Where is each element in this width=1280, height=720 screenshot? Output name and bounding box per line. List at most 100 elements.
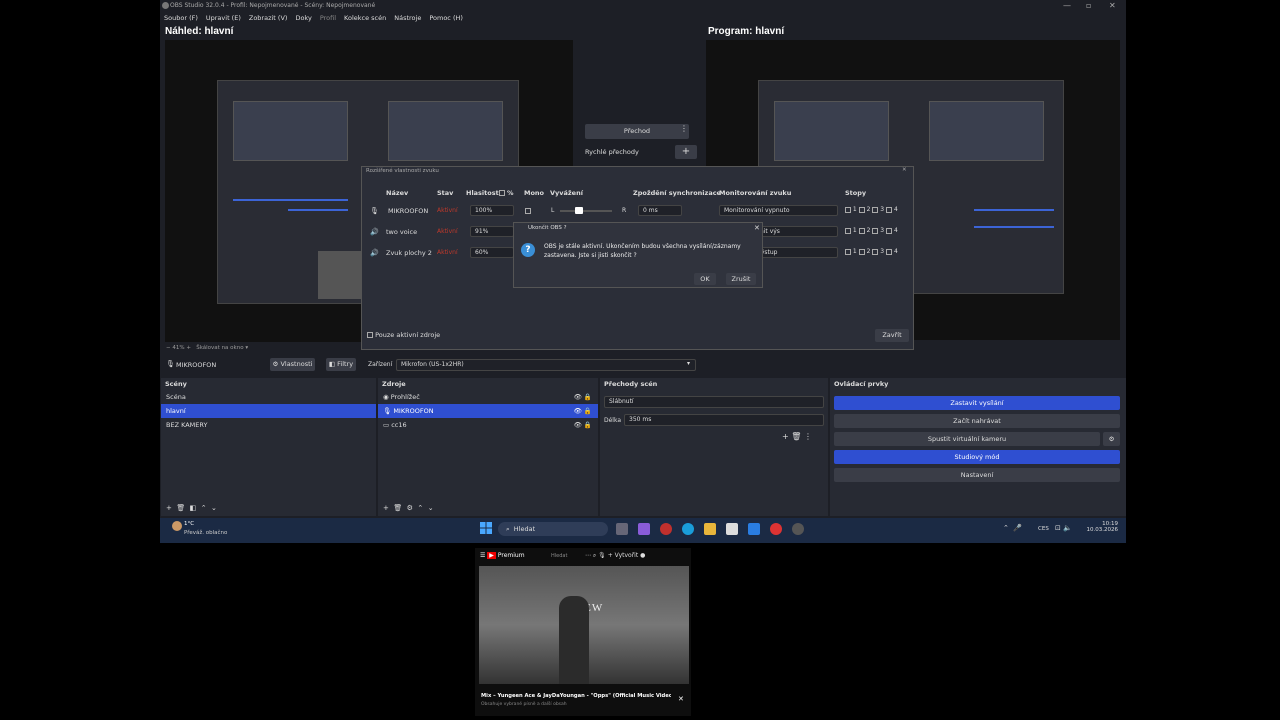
language-indicator[interactable]: CES — [1038, 526, 1049, 532]
scenes-dock: Scény Scéna hlavní BEZ KAMERY + 🗑 ◧ ⌃ ⌄ — [161, 378, 376, 516]
program-nested-window — [774, 101, 889, 161]
preview-bar — [233, 199, 348, 201]
copilot-icon[interactable] — [638, 523, 650, 535]
source-toolbar: 🎙 MIKROOFON ⚙ Vlastnosti ◧ Filtry Zaříze… — [160, 357, 1126, 373]
program-bar — [974, 226, 1054, 228]
col-balance: Vyvážení — [550, 189, 583, 197]
volume-percent-checkbox[interactable] — [499, 190, 505, 196]
mini-player-icons[interactable]: ⋯ ⌕ 🎙 + Vytvořit ● — [585, 552, 645, 560]
menu-bar: Soubor (F) Upravit (E) Zobrazit (V) Doky Pro… — [160, 12, 467, 24]
only-active-checkbox[interactable] — [367, 332, 373, 338]
menu-view[interactable]: Zobrazit (V) — [249, 14, 288, 22]
source-item[interactable]: 🎙 MIKROOFON 👁 🔒 — [378, 404, 598, 418]
transition-button[interactable]: Přechod — [585, 124, 689, 139]
transitions-toolbar[interactable]: + 🗑 ⋮ — [782, 432, 812, 441]
volume-input[interactable]: 100% — [470, 205, 514, 216]
monitoring-select[interactable]: Monitorování vypnuto — [719, 205, 838, 216]
controls-dock: Ovládací prvky Zastavit vysílání Začít n… — [830, 378, 1126, 516]
properties-button[interactable]: ⚙ Vlastnosti — [270, 358, 315, 371]
scene-item[interactable]: BEZ KAMERY — [161, 418, 376, 432]
scenes-toolbar[interactable]: + 🗑 ◧ ⌃ ⌄ — [166, 504, 217, 512]
taskbar-search[interactable]: ⌕ Hledat — [498, 522, 608, 536]
device-label: Zařízení — [368, 361, 393, 368]
duration-label: Délka — [604, 417, 622, 424]
mini-player-search[interactable]: Hledat — [551, 553, 567, 559]
audio-row-name: two voice — [386, 228, 418, 236]
duration-input[interactable]: 350 ms — [624, 414, 824, 426]
balance-slider-handle[interactable] — [575, 207, 583, 214]
menu-docks[interactable]: Doky — [295, 14, 311, 22]
sources-toolbar[interactable]: + 🗑 ⚙ ⌃ ⌄ — [383, 504, 434, 512]
obs-taskbar-icon[interactable] — [792, 523, 804, 535]
balance-slider[interactable] — [560, 210, 612, 212]
maximize-icon[interactable]: ▫ — [1086, 0, 1091, 11]
mail-icon[interactable] — [748, 523, 760, 535]
network-volume-icons[interactable]: ⊡ 🔈 — [1055, 524, 1072, 532]
close-icon[interactable]: ✕ — [678, 695, 684, 703]
audio-close-button[interactable]: Zavřít — [875, 329, 909, 342]
menu-file[interactable]: Soubor (F) — [164, 14, 198, 22]
chrome-icon[interactable] — [770, 523, 782, 535]
video-frame[interactable]: SEW — [479, 566, 689, 684]
tracks-checkboxes[interactable]: 1 2 3 4 — [845, 227, 898, 234]
device-select[interactable]: Mikrofon (US-1x2HR) — [396, 359, 696, 371]
transition-menu-icon[interactable]: ⋮ — [680, 124, 688, 133]
col-monitoring: Monitorování zvuku — [719, 189, 792, 197]
col-percent: % — [507, 189, 514, 197]
tracks-checkboxes[interactable]: 1 2 3 4 — [845, 248, 898, 255]
explorer-icon[interactable] — [704, 523, 716, 535]
store-icon[interactable] — [726, 523, 738, 535]
menu-profile[interactable]: Profil — [320, 14, 336, 22]
speaker-icon: 🔊 — [370, 228, 379, 236]
windows-start-icon[interactable] — [480, 522, 492, 534]
studio-mode-button[interactable]: Studiový mód — [834, 450, 1120, 464]
close-icon[interactable]: ✕ — [1109, 0, 1116, 11]
exit-dialog-close-icon[interactable]: ✕ — [754, 224, 760, 232]
virtual-camera-button[interactable]: Spustit virtuální kameru — [834, 432, 1100, 446]
volume-input[interactable]: 91% — [470, 226, 514, 237]
settings-button[interactable]: Nastavení — [834, 468, 1120, 482]
mini-player: ☰ ▶ Premium Hledat ⋯ ⌕ 🎙 + Vytvořit ● SE… — [475, 548, 691, 716]
source-item[interactable]: ◉ Prohlížeč 👁 🔒 — [378, 390, 598, 404]
source-item[interactable]: ▭ cc16 👁 🔒 — [378, 418, 598, 432]
menu-edit[interactable]: Upravit (E) — [206, 14, 241, 22]
gear-icon[interactable]: ⚙ — [1103, 432, 1120, 446]
video-title[interactable]: Mix – Yungeen Ace & JayDaYoungan - "Opps… — [481, 693, 671, 699]
minimize-icon[interactable]: — — [1063, 0, 1071, 11]
mini-player-header: ☰ ▶ Premium — [480, 552, 525, 559]
col-sync: Zpoždění synchronizace — [633, 189, 721, 197]
scenes-title: Scény — [165, 380, 187, 388]
tracks-checkboxes[interactable]: 1 2 3 4 — [845, 206, 898, 213]
audio-row-name: MIKROOFON — [388, 207, 429, 215]
edge-icon[interactable] — [682, 523, 694, 535]
col-state: Stav — [437, 189, 454, 197]
audio-dialog-close-icon[interactable]: ✕ — [902, 167, 907, 173]
exit-dialog: Ukončit OBS ? ✕ ? OBS je stále aktivní. … — [513, 222, 763, 288]
tray-icons[interactable]: ⌃ 🎤 — [1003, 524, 1026, 532]
menu-help[interactable]: Pomoc (H) — [429, 14, 463, 22]
obs-logo-icon — [162, 2, 169, 9]
menu-tools[interactable]: Nástroje — [394, 14, 421, 22]
clock[interactable]: 10:19 10.03.2026 — [1082, 521, 1119, 533]
app-icon[interactable] — [660, 523, 672, 535]
filters-button[interactable]: ◧ Filtry — [326, 358, 356, 371]
volume-input[interactable]: 60% — [470, 247, 514, 258]
scene-item[interactable]: hlavní — [161, 404, 376, 418]
transition-type-select[interactable]: Slábnutí — [604, 396, 824, 408]
exit-cancel-button[interactable]: Zrušit — [726, 273, 756, 285]
taskview-icon[interactable] — [616, 523, 628, 535]
start-recording-button[interactable]: Začít nahrávat — [834, 414, 1120, 428]
menu-scene-collection[interactable]: Kolekce scén — [344, 14, 386, 22]
preview-nested-window — [233, 101, 348, 161]
transitions-title: Přechody scén — [604, 380, 658, 388]
mono-checkbox[interactable] — [525, 208, 531, 214]
exit-ok-button[interactable]: OK — [694, 273, 716, 285]
stop-streaming-button[interactable]: Zastavit vysílání — [834, 396, 1120, 410]
only-active-label: Pouze aktivní zdroje — [375, 331, 441, 339]
audio-row-state: Aktivní — [437, 207, 458, 214]
preview-zoom[interactable]: − 41% + Škálovat na okno ▾ — [166, 345, 248, 351]
sync-offset-input[interactable]: 0 ms — [638, 205, 682, 216]
scene-item[interactable]: Scéna — [161, 390, 376, 404]
add-quick-transition-button[interactable]: + — [675, 145, 697, 159]
only-active-sources[interactable]: Pouze aktivní zdroje — [367, 331, 440, 339]
